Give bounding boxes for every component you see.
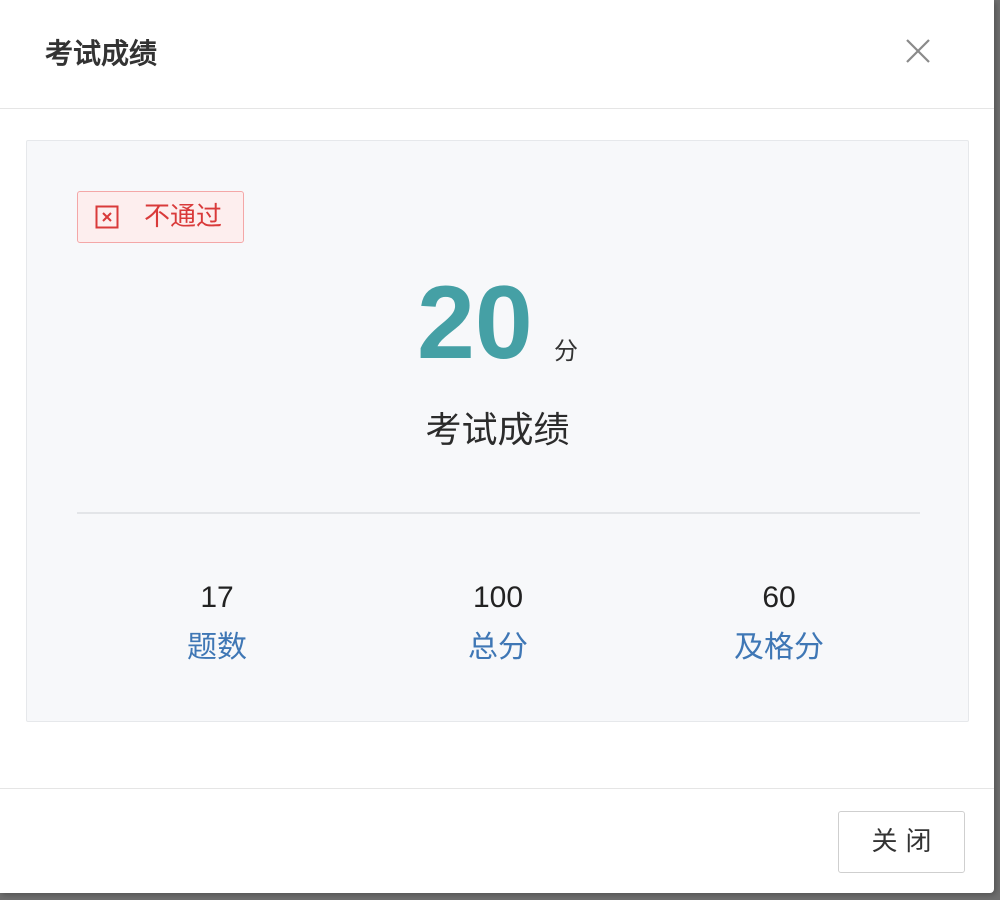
stat-value: 17 xyxy=(200,581,234,614)
stat-question-count: 17 题数 xyxy=(117,578,317,668)
dialog-title: 考试成绩 xyxy=(45,37,158,70)
close-square-icon xyxy=(95,205,119,229)
close-icon[interactable] xyxy=(897,30,939,72)
score-unit: 分 xyxy=(554,337,578,365)
score-value: 20 xyxy=(417,265,533,381)
result-card: 不通过 20 分 考试成绩 17 题数 100 总分 60 及格分 xyxy=(26,140,969,722)
dialog-header: 考试成绩 xyxy=(0,0,994,109)
divider xyxy=(77,512,920,514)
stat-total-score: 100 总分 xyxy=(398,578,598,668)
exam-result-dialog: 考试成绩 不通过 20 分 考试成绩 17 题数 100 总分 60 及格分 关… xyxy=(0,0,994,893)
dialog-footer: 关闭 xyxy=(0,788,994,893)
stat-value: 100 xyxy=(472,581,524,614)
stat-label: 总分 xyxy=(468,630,528,665)
score-label: 考试成绩 xyxy=(425,410,570,451)
close-button[interactable]: 关闭 xyxy=(838,811,965,873)
status-badge: 不通过 xyxy=(77,191,244,243)
stat-label: 及格分 xyxy=(734,630,824,665)
stat-label: 题数 xyxy=(187,630,247,665)
stat-pass-score: 60 及格分 xyxy=(679,578,879,668)
status-label: 不通过 xyxy=(144,202,223,232)
stat-value: 60 xyxy=(762,581,796,614)
